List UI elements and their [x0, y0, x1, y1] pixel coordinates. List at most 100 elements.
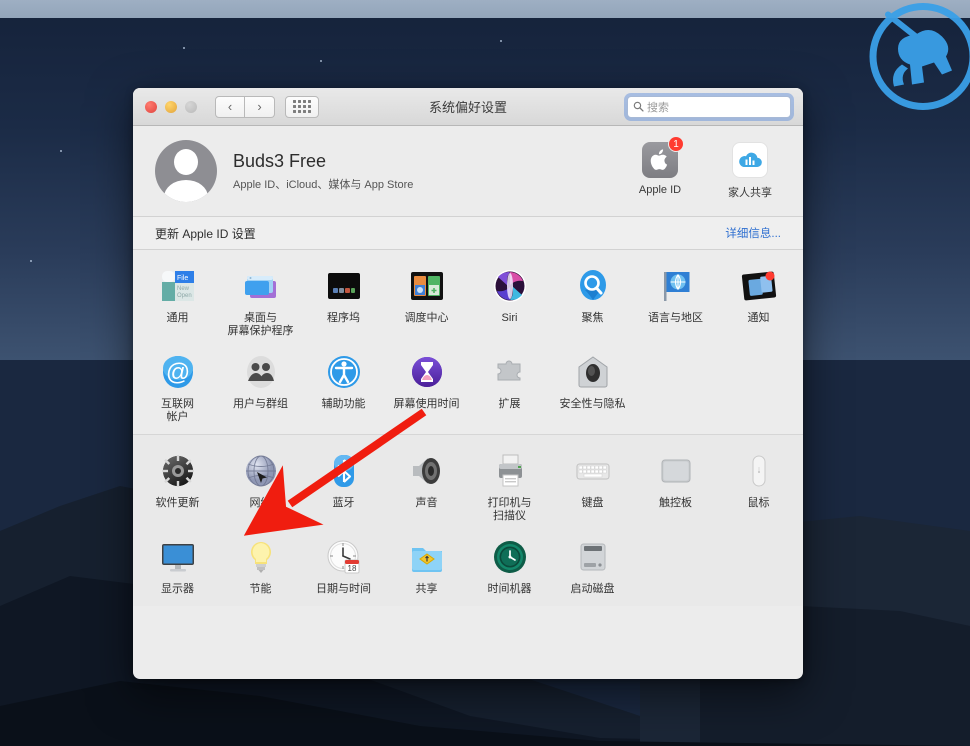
notice-details-link[interactable]: 详细信息...	[725, 225, 781, 241]
printers-scanners-icon	[490, 451, 530, 491]
sharing-icon	[407, 537, 447, 577]
mouse-icon	[739, 451, 779, 491]
pref-notifications[interactable]: 通知	[717, 262, 800, 338]
pref-label: 触控板	[659, 497, 692, 509]
pref-bluetooth[interactable]: 蓝牙	[302, 447, 385, 523]
pref-label: 聚焦	[581, 312, 604, 324]
pref-mission-control[interactable]: 调度中心	[385, 262, 468, 338]
pref-row-1: File New Open 通用 桌面与 屏幕保护程序 程序坞 调度中心 Sir…	[133, 262, 803, 348]
pref-label: 时间机器	[487, 583, 532, 595]
back-button[interactable]: ‹	[215, 95, 245, 118]
pref-printers-scanners[interactable]: 打印机与 扫描仪	[468, 447, 551, 523]
account-subtitle: Apple ID、iCloud、媒体与 App Store	[233, 178, 414, 191]
notifications-icon	[739, 266, 779, 306]
star	[500, 40, 502, 42]
avatar-head	[174, 149, 198, 175]
avatar[interactable]	[155, 140, 217, 202]
family-sharing-label: 家人共享	[728, 187, 772, 199]
pref-mouse[interactable]: 鼠标	[717, 447, 800, 523]
internet-accounts-icon: @	[158, 352, 198, 392]
pref-users-groups[interactable]: 用户与群组	[219, 348, 302, 424]
star	[60, 150, 62, 152]
users-groups-icon	[241, 352, 281, 392]
pref-label: 声音	[415, 497, 438, 509]
star	[183, 47, 185, 49]
search-container: 搜索	[627, 95, 791, 118]
svg-text:Open: Open	[177, 293, 192, 299]
pref-network[interactable]: 网络	[219, 447, 302, 523]
pref-label: 用户与群组	[233, 398, 288, 410]
pref-software-update[interactable]: 软件更新	[136, 447, 219, 523]
pref-row-2: @ 互联网 帐户 用户与群组 辅助功能 屏幕使用时间 扩展 安全性与隐私	[133, 348, 803, 434]
pref-startup-disk[interactable]: 启动磁盘	[551, 533, 634, 596]
pref-trackpad[interactable]: 触控板	[634, 447, 717, 523]
show-all-grid-button[interactable]	[285, 95, 319, 118]
apple-id-tile[interactable]: 1 Apple ID	[629, 136, 691, 200]
pref-label: 启动磁盘	[570, 583, 615, 595]
pref-security-privacy[interactable]: 安全性与隐私	[551, 348, 634, 424]
pref-label: 键盘	[581, 497, 604, 509]
minimize-button[interactable]	[165, 100, 177, 113]
trackpad-icon	[656, 451, 696, 491]
menu-bar-strip	[0, 0, 970, 18]
pref-label: 调度中心	[404, 312, 449, 324]
window-titlebar: ‹ › 系统偏好设置 搜索	[133, 88, 803, 126]
star	[320, 60, 322, 62]
pref-label: 节能	[249, 583, 272, 595]
accessibility-icon	[324, 352, 364, 392]
pref-label: 网络	[249, 497, 272, 509]
pref-language-region[interactable]: 语言与地区	[634, 262, 717, 338]
pref-energy-saver[interactable]: 节能	[219, 533, 302, 596]
pref-label: 安全性与隐私	[559, 398, 626, 410]
pref-extensions[interactable]: 扩展	[468, 348, 551, 424]
pref-date-time[interactable]: 18 日期与时间	[302, 533, 385, 596]
spotlight-icon	[573, 266, 613, 306]
startup-disk-icon	[573, 537, 613, 577]
apple-id-label: Apple ID	[638, 184, 682, 196]
pref-time-machine[interactable]: 时间机器	[468, 533, 551, 596]
pref-accessibility[interactable]: 辅助功能	[302, 348, 385, 424]
pref-displays[interactable]: 显示器	[136, 533, 219, 596]
desktop-screensaver-icon	[241, 266, 281, 306]
pref-label: 辅助功能	[321, 398, 366, 410]
siri-icon	[490, 266, 530, 306]
pref-sharing[interactable]: 共享	[385, 533, 468, 596]
pref-label: 桌面与 屏幕保护程序	[227, 312, 294, 337]
pref-row-4: 显示器 节能 18 日期与时间 共享 时间机器 启动磁盘	[133, 533, 803, 606]
preferences-section-2: 软件更新 网络 蓝牙 声音 打印机与 扫描仪 键盘 触控板 鼠标 显示器 节能 …	[133, 435, 803, 606]
navigation-buttons: ‹ ›	[215, 95, 275, 118]
search-input[interactable]: 搜索	[627, 95, 791, 118]
pref-label: 日期与时间	[316, 583, 371, 595]
keyboard-icon	[573, 451, 613, 491]
pref-label: 互联网 帐户	[161, 398, 194, 423]
pref-keyboard[interactable]: 键盘	[551, 447, 634, 523]
icloud-family-icon	[732, 142, 768, 178]
avatar-body	[164, 180, 208, 202]
pref-desktop-screensaver[interactable]: 桌面与 屏幕保护程序	[219, 262, 302, 338]
forward-button[interactable]: ›	[245, 95, 275, 118]
pref-label: 通用	[166, 312, 189, 324]
pref-row-3: 软件更新 网络 蓝牙 声音 打印机与 扫描仪 键盘 触控板 鼠标	[133, 447, 803, 533]
pref-label: 软件更新	[155, 497, 200, 509]
pref-dock[interactable]: 程序坞	[302, 262, 385, 338]
traffic-lights	[145, 100, 197, 113]
apple-id-account-row[interactable]: Buds3 Free Apple ID、iCloud、媒体与 App Store…	[133, 126, 803, 216]
pref-general[interactable]: File New Open 通用	[136, 262, 219, 338]
pref-siri[interactable]: Siri	[468, 262, 551, 338]
pref-label: 鼠标	[747, 497, 770, 509]
close-button[interactable]	[145, 100, 157, 113]
pref-sound[interactable]: 声音	[385, 447, 468, 523]
family-sharing-icon-wrap	[732, 142, 768, 178]
pref-label: Siri	[501, 312, 518, 324]
pref-label: 蓝牙	[332, 497, 355, 509]
pref-label: 打印机与 扫描仪	[487, 497, 532, 522]
pref-spotlight[interactable]: 聚焦	[551, 262, 634, 338]
extensions-icon	[490, 352, 530, 392]
language-region-icon	[656, 266, 696, 306]
pref-internet-accounts[interactable]: @ 互联网 帐户	[136, 348, 219, 424]
dock-icon	[324, 266, 364, 306]
search-icon	[633, 101, 644, 112]
svg-text:New: New	[177, 286, 190, 292]
family-sharing-tile[interactable]: 家人共享	[719, 142, 781, 200]
pref-screen-time[interactable]: 屏幕使用时间	[385, 348, 468, 424]
